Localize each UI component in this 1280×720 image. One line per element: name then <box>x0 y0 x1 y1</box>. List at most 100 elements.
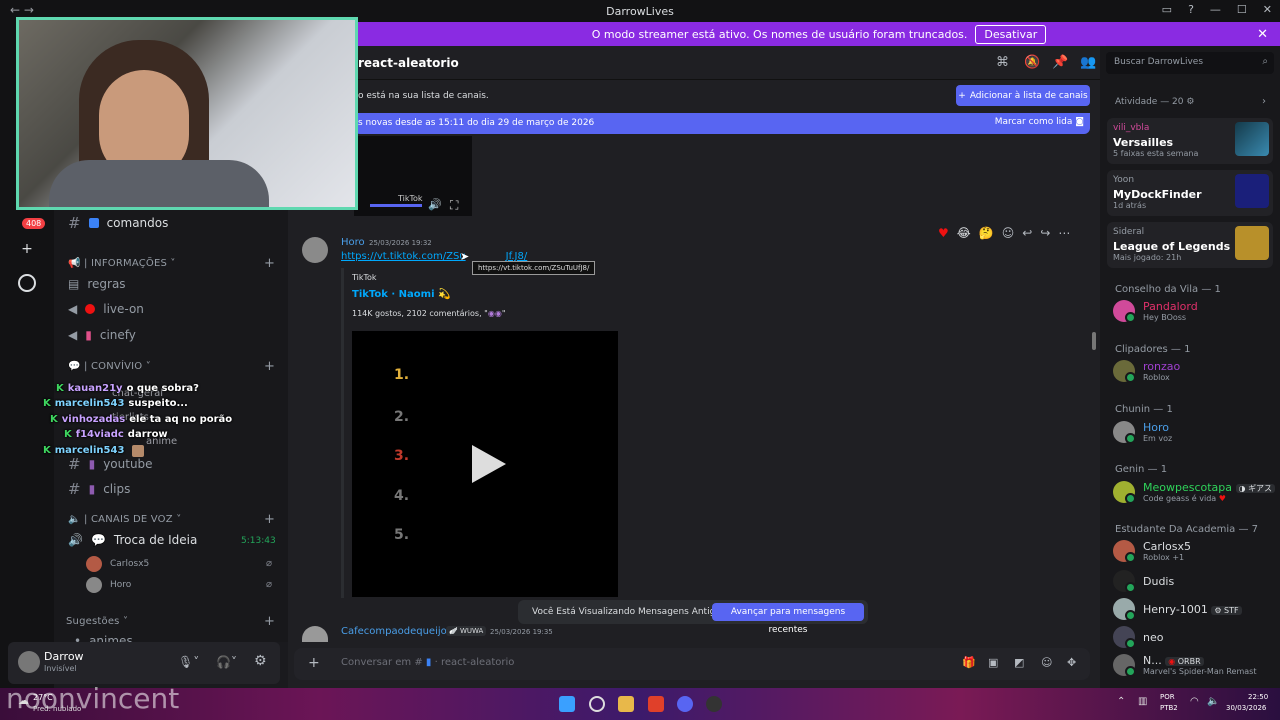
album-art <box>1235 122 1269 156</box>
fullscreen-icon[interactable]: ⛶ <box>450 198 458 213</box>
member-item[interactable]: N... ◉ ORBR Marvel's Spider-Man Remast <box>1113 654 1256 677</box>
overlay-chat-line: Kvinhozadas ele ta aq no porão <box>50 414 233 425</box>
inbox-icon[interactable]: ▭ <box>1162 3 1172 16</box>
add-channel-icon[interactable]: + <box>264 359 275 374</box>
add-to-channels-button[interactable]: + Adicionar à lista de canais <box>956 85 1090 106</box>
minimize-icon[interactable]: — <box>1210 3 1221 16</box>
kick-icon: K <box>64 429 72 440</box>
avatar[interactable] <box>302 237 328 263</box>
lang-code[interactable]: POR <box>1160 693 1175 701</box>
activity-card[interactable]: vili_vbla Versailles 5 faixas esta seman… <box>1107 118 1273 164</box>
channel-regras[interactable]: ▤ regras <box>68 277 126 291</box>
emoji-picker-icon[interactable]: ☺ <box>1041 656 1052 669</box>
mark-as-read-button[interactable]: Marcar como lida ◙ <box>995 117 1084 127</box>
more-icon[interactable]: ⋯ <box>1058 226 1070 240</box>
add-channel-icon[interactable]: + <box>264 512 275 527</box>
attach-plus-icon[interactable]: + <box>308 655 320 671</box>
sticker-icon[interactable]: ◩ <box>1014 656 1024 669</box>
embed-video[interactable]: 1. 2. 3. 4. 5. <box>352 331 618 597</box>
embed-title[interactable]: TikTok · Naomi 💫 <box>352 289 450 300</box>
disable-streamer-button[interactable]: Desativar <box>975 24 1047 44</box>
discover-icon[interactable] <box>18 274 36 292</box>
add-channel-icon[interactable]: + <box>264 614 275 629</box>
discord-icon[interactable] <box>677 696 693 712</box>
member-item[interactable]: Dudis <box>1113 570 1174 593</box>
headphones-icon[interactable]: 🎧˅ <box>216 655 237 669</box>
voice-channel-troca[interactable]: 🔊 💬 Troca de Ideia <box>68 533 197 547</box>
clock-time[interactable]: 22:50 <box>1248 693 1268 701</box>
reply-icon[interactable]: ↩ <box>1022 226 1032 240</box>
laugh-reaction-icon[interactable]: 😂 <box>957 226 971 240</box>
message-author[interactable]: Cafecompaodequeijo1 <box>341 626 453 637</box>
notification-bell-icon[interactable]: 🔕 <box>1024 55 1040 70</box>
add-server-icon[interactable]: + <box>18 240 36 258</box>
member-item[interactable]: Carlosx5 Roblox +1 <box>1113 540 1191 563</box>
play-icon[interactable] <box>472 445 506 483</box>
avatar[interactable] <box>18 651 40 673</box>
channel-title: react-aleatorio <box>358 56 459 70</box>
heart-reaction-icon[interactable]: ♥ <box>938 226 949 240</box>
file-explorer-icon[interactable] <box>618 696 634 712</box>
think-reaction-icon[interactable]: 🤔 <box>979 226 994 240</box>
gift-icon[interactable]: 🎁 <box>962 656 976 669</box>
volume-icon[interactable]: 🔊 <box>428 198 442 211</box>
member-group-title: Chunin — 1 <box>1115 404 1173 415</box>
activity-card[interactable]: Sideral League of Legends Mais jogado: 2… <box>1107 222 1273 268</box>
overlay-chat-line: Kmarcelin543 <box>43 445 145 457</box>
chevron-right-icon[interactable]: › <box>1262 96 1266 107</box>
gear-icon[interactable]: ⚙ <box>254 653 267 669</box>
mic-icon[interactable]: 🎙˅ <box>178 655 199 669</box>
member-item[interactable]: ronzao Roblox <box>1113 360 1180 383</box>
network-icon[interactable]: ▥ <box>1138 696 1147 707</box>
banner-close-icon[interactable]: ✕ <box>1257 27 1268 42</box>
channel-youtube[interactable]: # ▮ youtube <box>68 455 153 473</box>
weather-icon[interactable]: ☁ <box>18 694 29 707</box>
forward-icon[interactable]: ↪ <box>1040 226 1050 240</box>
voice-user-horo[interactable]: Horo <box>86 577 131 593</box>
category-informacoes[interactable]: 📢 | INFORMAÇÕES ˅ <box>68 258 176 269</box>
category-voz[interactable]: 🔈 | CANAIS DE VOZ ˅ <box>68 514 181 525</box>
member-item[interactable]: Horo Em voz <box>1113 421 1172 444</box>
windows-start-icon[interactable] <box>559 696 575 712</box>
wifi-icon[interactable]: ◠ <box>1190 696 1199 707</box>
avatar[interactable] <box>302 626 328 642</box>
gif-icon[interactable]: ▣ <box>988 656 998 669</box>
members-icon[interactable]: 👥 <box>1080 55 1096 70</box>
category-convivio[interactable]: 💬 | CONVÍVIO ˅ <box>68 361 151 372</box>
channel-comandos[interactable]: # comandos <box>68 214 168 232</box>
obs-icon[interactable] <box>706 696 722 712</box>
search-icon[interactable] <box>589 696 605 712</box>
add-reaction-icon[interactable]: ☺ <box>1002 226 1015 240</box>
member-group-title: Clipadores — 1 <box>1115 344 1191 355</box>
tray-chevron-icon[interactable]: ⌃ <box>1117 696 1125 707</box>
help-icon[interactable]: ? <box>1188 3 1194 16</box>
video-progress[interactable] <box>370 204 422 207</box>
message-author[interactable]: Horo <box>341 237 365 248</box>
channel-cinefy[interactable]: ◀ ▮ cinefy <box>68 328 136 342</box>
voice-user-carlosx5[interactable]: Carlosx5 <box>86 556 149 572</box>
channel-live-on[interactable]: ◀ live-on <box>68 302 144 316</box>
channel-clips[interactable]: # ▮ clips <box>68 480 130 498</box>
apps-icon[interactable]: ✥ <box>1067 656 1076 669</box>
threads-icon[interactable]: ⌘ <box>996 55 1009 70</box>
jump-to-present-button[interactable]: Avançar para mensagens recentes <box>712 603 864 635</box>
brave-icon[interactable] <box>648 696 664 712</box>
member-item[interactable]: Henry-1001 ⚙ STF <box>1113 598 1242 621</box>
list-item-2: 2. <box>394 409 410 425</box>
message-composer[interactable]: + Conversar em # ▮ · react-aleatorio 🎁 ▣… <box>294 648 1090 680</box>
pin-icon[interactable]: 📌 <box>1052 55 1068 70</box>
activity-card[interactable]: Yoon MyDockFinder 1d atrás <box>1107 170 1273 216</box>
windows-taskbar: noonvincent ☁ 27°C Pred. nublado ⌃ ▥ POR… <box>0 682 1280 720</box>
old-messages-bar: Você Está Visualizando Mensagens Antigas… <box>518 600 868 635</box>
category-sugestoes[interactable]: Sugestões ˅ <box>66 616 128 627</box>
list-item-1: 1. <box>394 367 410 383</box>
volume-icon[interactable]: 🔈 <box>1207 696 1219 707</box>
scrollbar[interactable] <box>1092 332 1096 350</box>
member-item[interactable]: Meowpescotapa ◑ ギアス Code geass é vida ♥ <box>1113 481 1276 504</box>
add-channel-icon[interactable]: + <box>264 256 275 271</box>
member-item[interactable]: neo <box>1113 626 1163 649</box>
member-search[interactable]: Buscar DarrowLives ⌕ <box>1106 52 1274 74</box>
maximize-icon[interactable]: ☐ <box>1237 3 1247 16</box>
member-item[interactable]: Pandalord Hey BOoss <box>1113 300 1198 323</box>
close-icon[interactable]: ✕ <box>1263 3 1272 16</box>
